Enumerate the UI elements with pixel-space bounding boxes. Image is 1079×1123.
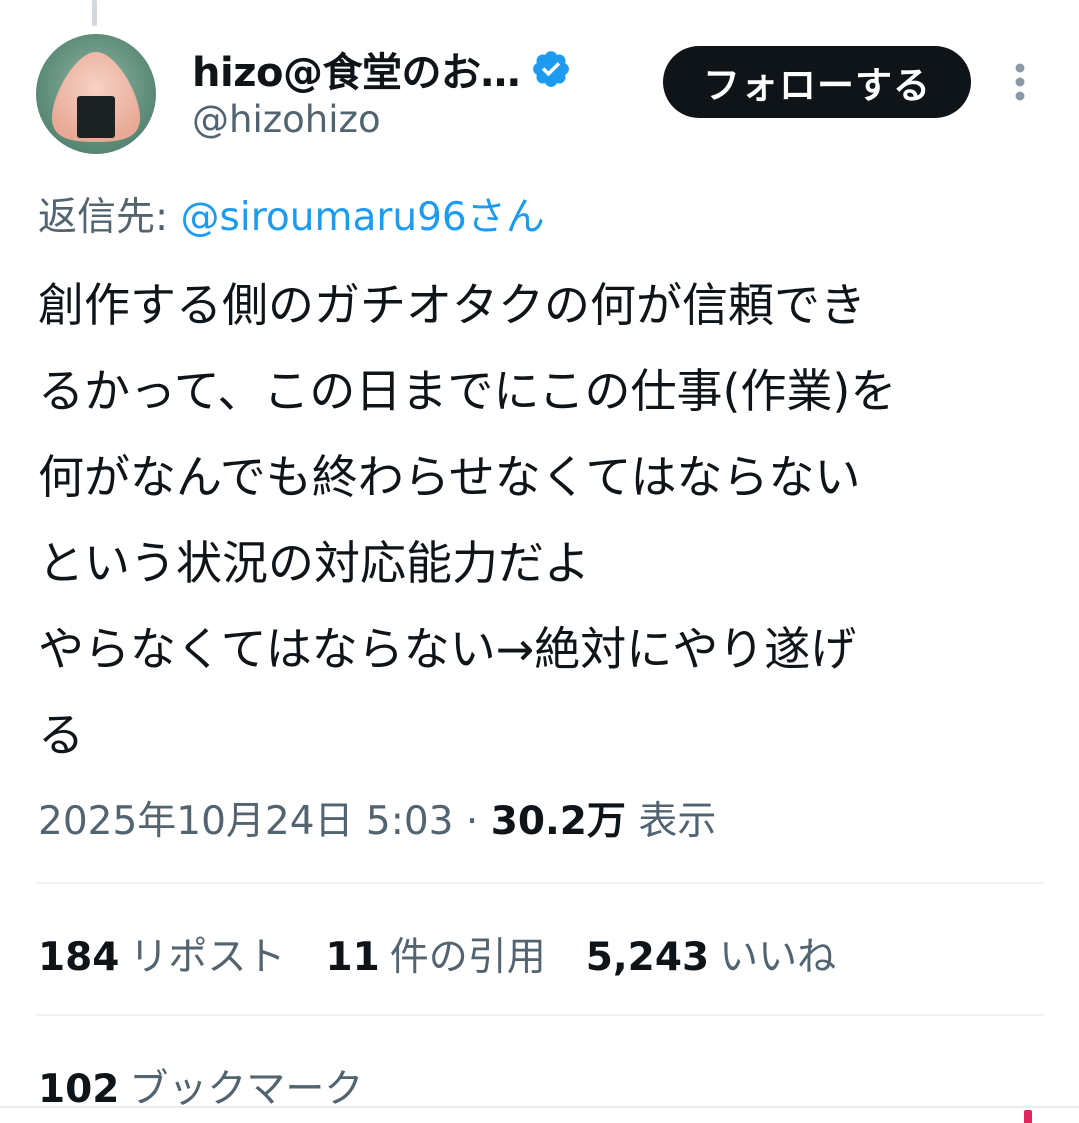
reply-to-prefix: 返信先: [38, 195, 181, 240]
onigiri-avatar-icon [36, 34, 156, 154]
tweet-meta: 2025年10月24日 5:03 · 30.2万 表示 [38, 790, 716, 846]
views-count: 30.2万 [490, 799, 626, 844]
follow-button[interactable]: フォローする [663, 46, 971, 118]
tweet-text-line: る [38, 708, 84, 762]
tweet-text-line: やらなくてはならない→絶対にやり遂げ [38, 622, 857, 676]
engagement-stats: 184 リポスト 11 件の引用 5,243 いいね [38, 926, 876, 982]
reposts-label: リポスト [129, 935, 286, 980]
reply-mention-link[interactable]: @siroumaru96さん [181, 195, 545, 240]
tweet-text: 創作する側のガチオタクの何が信頼でき るかって、この日までにこの仕事(作業)を … [38, 262, 1048, 778]
reposts-stat[interactable]: 184 リポスト [38, 926, 285, 982]
reposts-count: 184 [38, 935, 120, 980]
bottom-border [0, 1106, 1079, 1108]
notification-marker [1024, 1110, 1032, 1123]
divider [36, 1014, 1044, 1016]
meta-separator: · [453, 799, 491, 844]
tweet-text-line: という状況の対応能力だよ [38, 536, 590, 590]
avatar[interactable] [36, 34, 156, 154]
views-label: 表示 [638, 799, 717, 844]
likes-count: 5,243 [585, 935, 710, 980]
divider [36, 882, 1044, 884]
quotes-stat[interactable]: 11 件の引用 [325, 926, 545, 982]
author-display-name[interactable]: hizo@食堂のお… [192, 40, 520, 98]
more-options-icon[interactable] [1005, 60, 1035, 104]
likes-label: いいね [719, 935, 837, 980]
reply-context: 返信先: @siroumaru96さん [38, 186, 545, 242]
quotes-count: 11 [325, 935, 380, 980]
author-handle[interactable]: @hizohizo [192, 98, 381, 141]
tweet-text-line: 何がなんでも終わらせなくてはならない [38, 450, 861, 504]
tweet-text-line: るかって、この日までにこの仕事(作業)を [38, 364, 897, 418]
thread-connector-line [92, 0, 97, 26]
likes-stat[interactable]: 5,243 いいね [586, 926, 836, 982]
tweet-timestamp[interactable]: 2025年10月24日 5:03 [38, 799, 453, 844]
tweet-text-line: 創作する側のガチオタクの何が信頼でき [38, 278, 866, 332]
quotes-label: 件の引用 [389, 935, 546, 980]
author-name-row[interactable]: hizo@食堂のお… [192, 44, 572, 96]
verified-badge-icon [533, 51, 569, 87]
